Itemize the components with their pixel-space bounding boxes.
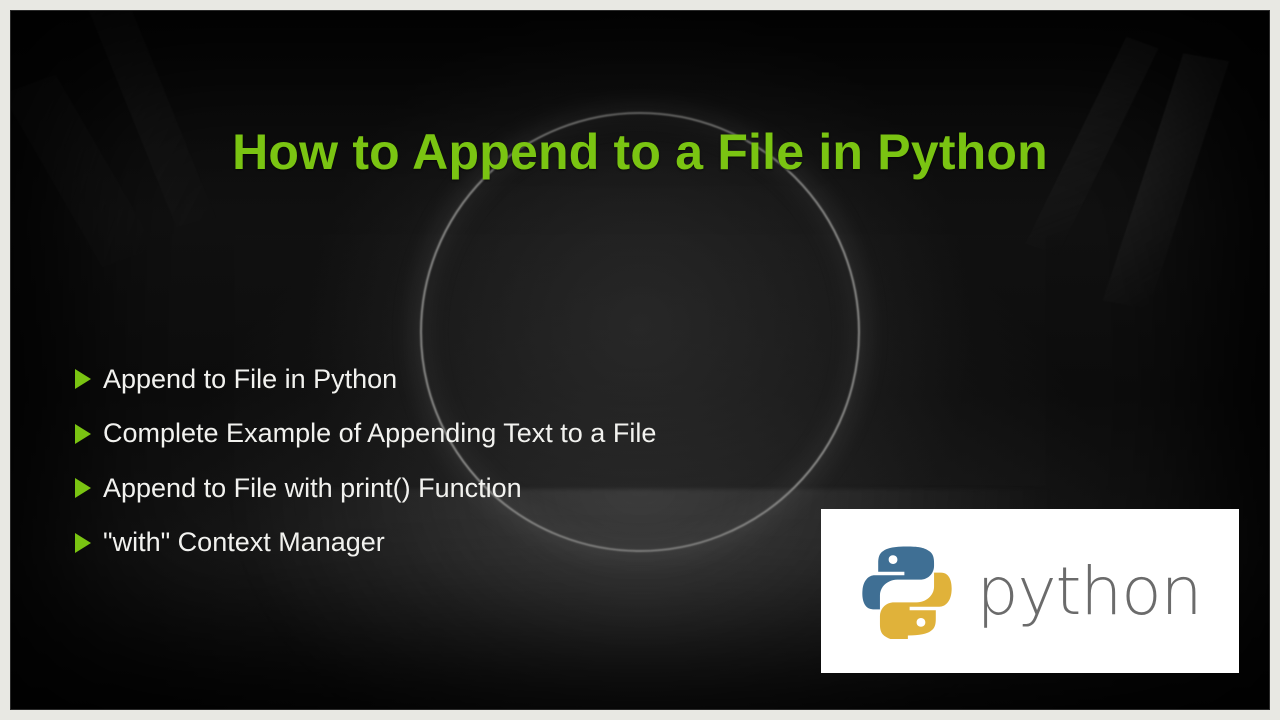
triangle-bullet-icon xyxy=(75,478,91,498)
bullet-text: Append to File with print() Function xyxy=(103,470,522,506)
bullet-text: Complete Example of Appending Text to a … xyxy=(103,415,656,451)
bullet-list: Append to File in Python Complete Exampl… xyxy=(75,361,656,579)
python-logo-icon xyxy=(859,543,955,639)
python-logo-panel: python xyxy=(821,509,1239,673)
slide-title: How to Append to a File in Python xyxy=(11,123,1269,181)
python-wordmark: python xyxy=(977,553,1202,630)
list-item: Complete Example of Appending Text to a … xyxy=(75,415,656,451)
slide-frame: How to Append to a File in Python Append… xyxy=(10,10,1270,710)
list-item: Append to File with print() Function xyxy=(75,470,656,506)
bullet-text: Append to File in Python xyxy=(103,361,397,397)
bullet-text: "with" Context Manager xyxy=(103,524,385,560)
list-item: Append to File in Python xyxy=(75,361,656,397)
triangle-bullet-icon xyxy=(75,533,91,553)
list-item: "with" Context Manager xyxy=(75,524,656,560)
triangle-bullet-icon xyxy=(75,369,91,389)
triangle-bullet-icon xyxy=(75,424,91,444)
